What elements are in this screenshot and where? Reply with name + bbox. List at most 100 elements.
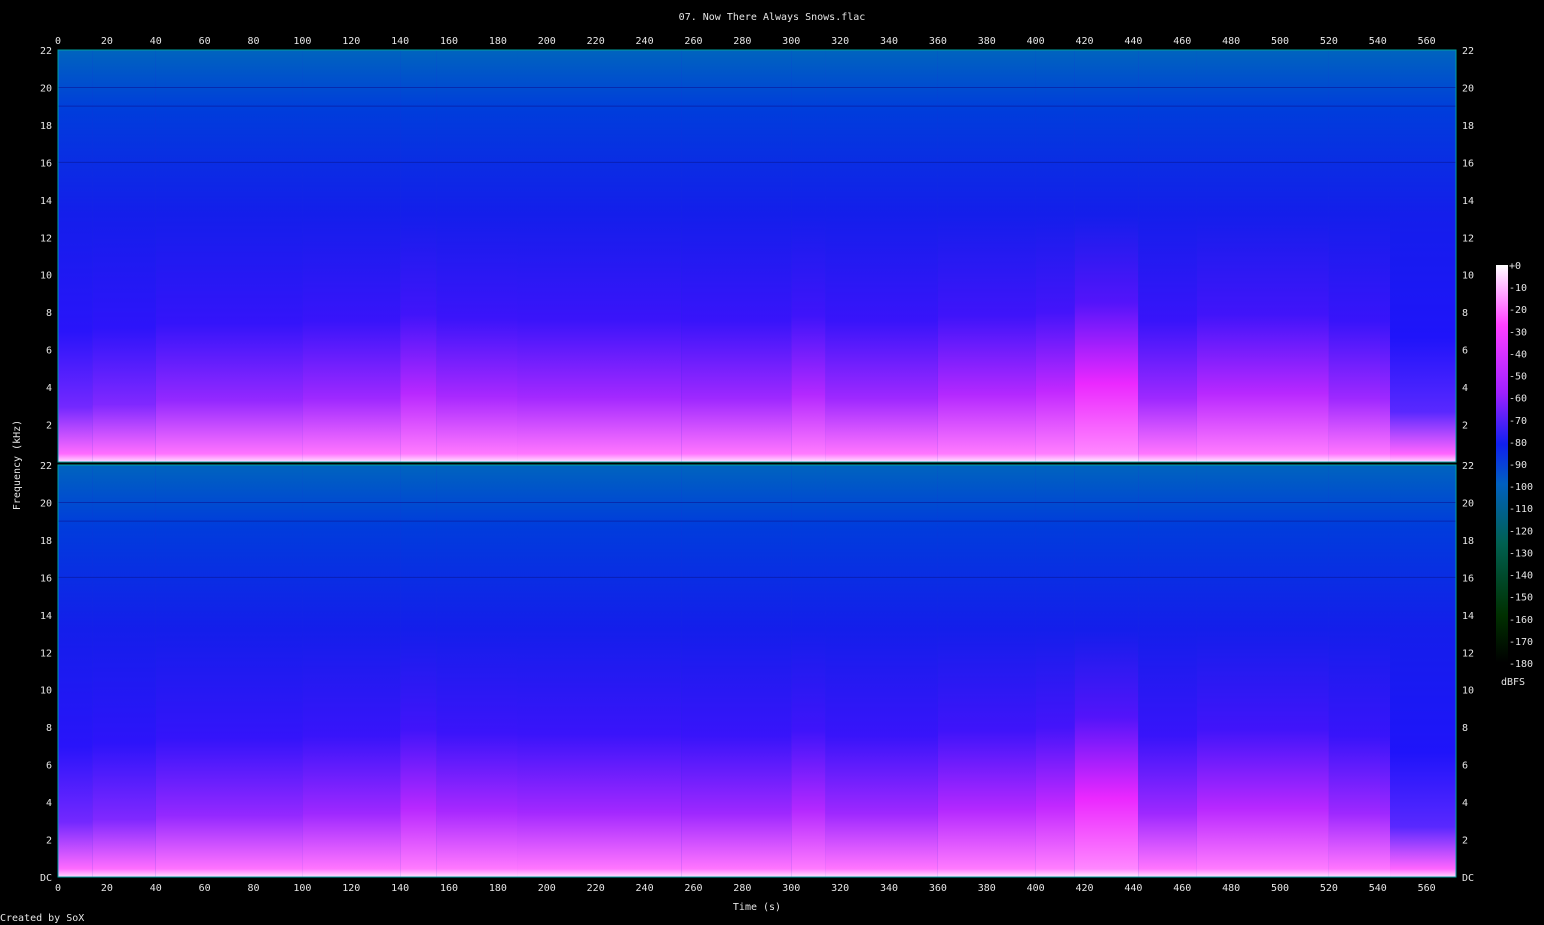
spectrogram-chart: 07. Now There Always Snows.flac 0 20 40 60 8… xyxy=(0,12,1533,924)
spectrogram-segment xyxy=(92,50,156,462)
spectrogram-segment xyxy=(58,465,93,877)
spectrogram-segment xyxy=(1390,465,1456,877)
colorbar-tick-label: -170 xyxy=(1509,637,1533,648)
x-tick-label-top: 20 xyxy=(101,36,113,47)
chart-title: 07. Now There Always Snows.flac xyxy=(679,12,866,23)
spectrogram-segment xyxy=(400,50,437,462)
x-axis-label: Time (s) xyxy=(733,902,781,913)
y-tick-label-left: 2 xyxy=(46,836,52,847)
x-tick-label-top: 400 xyxy=(1027,36,1045,47)
y-tick-label-right: 16 xyxy=(1462,158,1474,169)
spectrogram-segment xyxy=(1074,50,1139,462)
y-tick-label-left: 8 xyxy=(46,723,52,734)
y-tick-label-left: DC xyxy=(40,873,52,884)
spectrogram-panels xyxy=(57,49,1457,878)
x-tick-label-top: 40 xyxy=(150,36,162,47)
x-tick-label-top: 440 xyxy=(1124,36,1142,47)
x-tick-label-top: 220 xyxy=(587,36,605,47)
colorbar-tick-label: -110 xyxy=(1509,504,1533,515)
x-tick-label-bottom: 200 xyxy=(538,883,556,894)
spectrogram-segment xyxy=(1328,50,1391,462)
y-tick-label-left: 10 xyxy=(40,271,52,282)
x-tick-label-top: 420 xyxy=(1075,36,1093,47)
x-tick-label-top: 60 xyxy=(199,36,211,47)
y-tick-label-right: 10 xyxy=(1462,271,1474,282)
y-tick-label-right: 22 xyxy=(1462,46,1474,57)
y-tick-label-left: 12 xyxy=(40,648,52,659)
y-tick-label-right: 10 xyxy=(1462,686,1474,697)
x-tick-label-top: 320 xyxy=(831,36,849,47)
x-tick-label-top: 200 xyxy=(538,36,556,47)
spectrogram-segment xyxy=(791,465,826,877)
y-tick-label-left: 6 xyxy=(46,761,52,772)
x-tick-label-bottom: 380 xyxy=(978,883,996,894)
spectrogram-segment xyxy=(155,465,303,877)
x-tick-label-bottom: 360 xyxy=(929,883,947,894)
y-tick-label-right: 20 xyxy=(1462,83,1474,94)
colorbar-tick-label: -90 xyxy=(1509,460,1527,471)
x-tick-label-bottom: 220 xyxy=(587,883,605,894)
y-tick-label-right: 18 xyxy=(1462,536,1474,547)
x-tick-label-top: 480 xyxy=(1222,36,1240,47)
colorbar-tick-label: -160 xyxy=(1509,615,1533,626)
x-tick-label-bottom: 40 xyxy=(150,883,162,894)
x-tick-label-bottom: 500 xyxy=(1271,883,1289,894)
y-tick-label-left: 16 xyxy=(40,158,52,169)
y-tick-label-right: 2 xyxy=(1462,836,1468,847)
spectrogram-segment xyxy=(155,50,303,462)
y-tick-label-right: DC xyxy=(1462,873,1474,884)
y-tick-label-right: 6 xyxy=(1462,761,1468,772)
x-tick-label-top: 280 xyxy=(733,36,751,47)
x-tick-label-bottom: 320 xyxy=(831,883,849,894)
y-tick-label-right: 20 xyxy=(1462,498,1474,509)
spectrogram-segment xyxy=(436,50,518,462)
spectrogram-segment xyxy=(681,465,792,877)
y-tick-label-left: 20 xyxy=(40,83,52,94)
x-tick-label-top: 540 xyxy=(1369,36,1387,47)
x-tick-label-top: 300 xyxy=(782,36,800,47)
y-tick-label-right: 6 xyxy=(1462,346,1468,357)
x-tick-label-top: 80 xyxy=(248,36,260,47)
x-tick-label-bottom: 400 xyxy=(1027,883,1045,894)
spectrogram-segment xyxy=(1138,50,1197,462)
colorbar-tick-label: -60 xyxy=(1509,394,1527,405)
y-tick-label-left: 20 xyxy=(40,498,52,509)
x-tick-label-top: 100 xyxy=(293,36,311,47)
spectrogram-segment xyxy=(1390,50,1456,462)
y-tick-label-right: 8 xyxy=(1462,308,1468,319)
y-tick-label-left: 14 xyxy=(40,611,52,622)
spectrogram-segment xyxy=(937,50,1036,462)
spectrogram-segment xyxy=(1035,465,1075,877)
x-tick-label-bottom: 180 xyxy=(489,883,507,894)
y-tick-label-right: 12 xyxy=(1462,233,1474,244)
y-tick-label-right: 22 xyxy=(1462,461,1474,472)
colorbar-tick-label: -100 xyxy=(1509,482,1533,493)
x-tick-label-top: 360 xyxy=(929,36,947,47)
y-tick-label-left: 18 xyxy=(40,121,52,132)
y-tick-label-left: 6 xyxy=(46,346,52,357)
y-tick-label-right: 4 xyxy=(1462,798,1468,809)
y-tick-label-left: 14 xyxy=(40,196,52,207)
colorbar-tick-label: -30 xyxy=(1509,327,1527,338)
y-tick-label-right: 8 xyxy=(1462,723,1468,734)
x-tick-label-bottom: 540 xyxy=(1369,883,1387,894)
spectrogram-segment xyxy=(436,465,518,877)
x-tick-label-bottom: 520 xyxy=(1320,883,1338,894)
colorbar: +0 -10 -20 -30 -40 -50 -60 -70 -80 -90 -100 -110 -12… xyxy=(1496,261,1533,670)
spectrogram-segment xyxy=(825,50,938,462)
x-tick-label-bottom: 80 xyxy=(248,883,260,894)
spectrogram-segment xyxy=(1074,465,1139,877)
colorbar-tick-label: -50 xyxy=(1509,372,1527,383)
x-tick-label-top: 340 xyxy=(880,36,898,47)
x-tick-label-top: 180 xyxy=(489,36,507,47)
x-axis-bottom: 0 20 40 60 80 100 120 140 160 180 200 220 240 260 280 3… xyxy=(55,883,1436,894)
x-tick-label-bottom: 120 xyxy=(342,883,360,894)
spectrogram-segment xyxy=(791,50,826,462)
spectrogram-segment xyxy=(937,465,1036,877)
colorbar-label: dBFS xyxy=(1501,677,1525,688)
x-tick-label-bottom: 240 xyxy=(636,883,654,894)
x-tick-label-bottom: 340 xyxy=(880,883,898,894)
colorbar-tick-label: -20 xyxy=(1509,305,1527,316)
colorbar-tick-label: -150 xyxy=(1509,593,1533,604)
spectrogram-segment xyxy=(1196,50,1329,462)
